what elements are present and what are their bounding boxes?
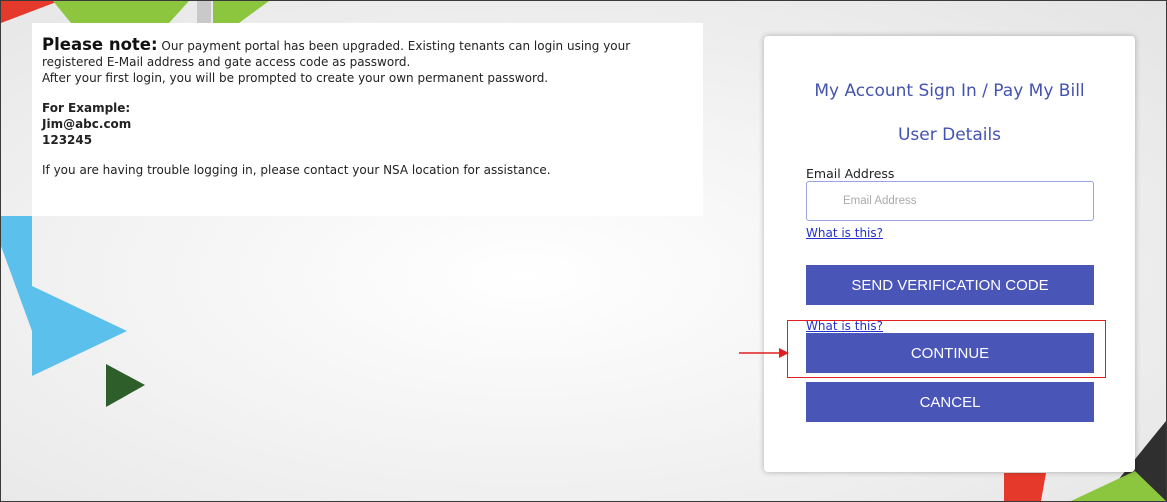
green-shape-top: [213, 1, 269, 23]
page-background: Please note: Our payment portal has been…: [0, 0, 1167, 502]
dark-green-triangle: [106, 364, 145, 407]
notice-line-2: After your first login, you will be prom…: [42, 71, 549, 85]
cancel-button[interactable]: CANCEL: [806, 382, 1094, 422]
example-heading: For Example:: [42, 101, 131, 115]
notice-panel: Please note: Our payment portal has been…: [32, 23, 703, 216]
notice-help-text: If you are having trouble logging in, pl…: [42, 163, 551, 177]
card-subtitle: User Details: [897, 125, 1002, 145]
grey-stripe-top: [197, 1, 211, 23]
blue-triangle-lower-left: [32, 286, 127, 376]
email-input[interactable]: [806, 181, 1094, 221]
notice-lead: Please note:: [42, 35, 158, 54]
send-verification-code-button[interactable]: SEND VERIFICATION CODE: [806, 265, 1094, 305]
green-shape-top-left: [53, 1, 189, 23]
continue-highlight-box: [787, 320, 1106, 378]
red-triangle-top-left: [1, 1, 59, 23]
email-label: Email Address: [806, 166, 895, 181]
red-triangle-bottom-right: [1004, 473, 1046, 501]
what-is-this-link-email[interactable]: What is this?: [806, 226, 883, 240]
example-code: 123245: [42, 133, 93, 147]
card-title: My Account Sign In / Pay My Bill: [814, 81, 1085, 101]
example-email: Jim@abc.com: [42, 117, 132, 131]
sign-in-card: My Account Sign In / Pay My Bill User De…: [764, 36, 1135, 472]
arrow-right-icon: [739, 348, 789, 358]
notice-intro: Please note: Our payment portal has been…: [42, 35, 693, 70]
blue-triangle-left: [1, 216, 32, 331]
